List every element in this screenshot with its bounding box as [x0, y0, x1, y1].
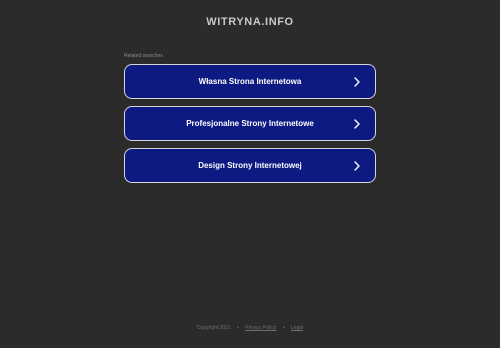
- related-search-label: Design Strony Internetowej: [198, 161, 302, 170]
- related-search-label: Profesjonalne Strony Internetowe: [186, 119, 314, 128]
- chevron-right-icon: [354, 118, 360, 129]
- privacy-policy-link[interactable]: Privacy Policy: [245, 325, 276, 331]
- related-search-button-wlasna-strona[interactable]: Własna Strona Internetowa: [124, 64, 376, 99]
- related-search-button-design-strony[interactable]: Design Strony Internetowej: [124, 148, 376, 183]
- chevron-right-icon: [354, 160, 360, 171]
- related-searches-label: Related searches: [124, 53, 163, 59]
- footer-separator: •: [237, 325, 239, 331]
- related-searches-list: Własna Strona Internetowa Profesjonalne …: [124, 64, 376, 190]
- site-title: WITRYNA.INFO: [206, 16, 294, 28]
- footer-separator: •: [282, 325, 285, 331]
- footer: Copyright 2021 • Privacy Policy • Legal: [0, 325, 500, 331]
- legal-link[interactable]: Legal: [291, 325, 303, 331]
- chevron-right-icon: [354, 76, 360, 87]
- related-search-button-profesjonalne-strony[interactable]: Profesjonalne Strony Internetowe: [124, 106, 376, 141]
- related-search-label: Własna Strona Internetowa: [198, 77, 302, 86]
- copyright-text: Copyright 2021: [196, 325, 231, 331]
